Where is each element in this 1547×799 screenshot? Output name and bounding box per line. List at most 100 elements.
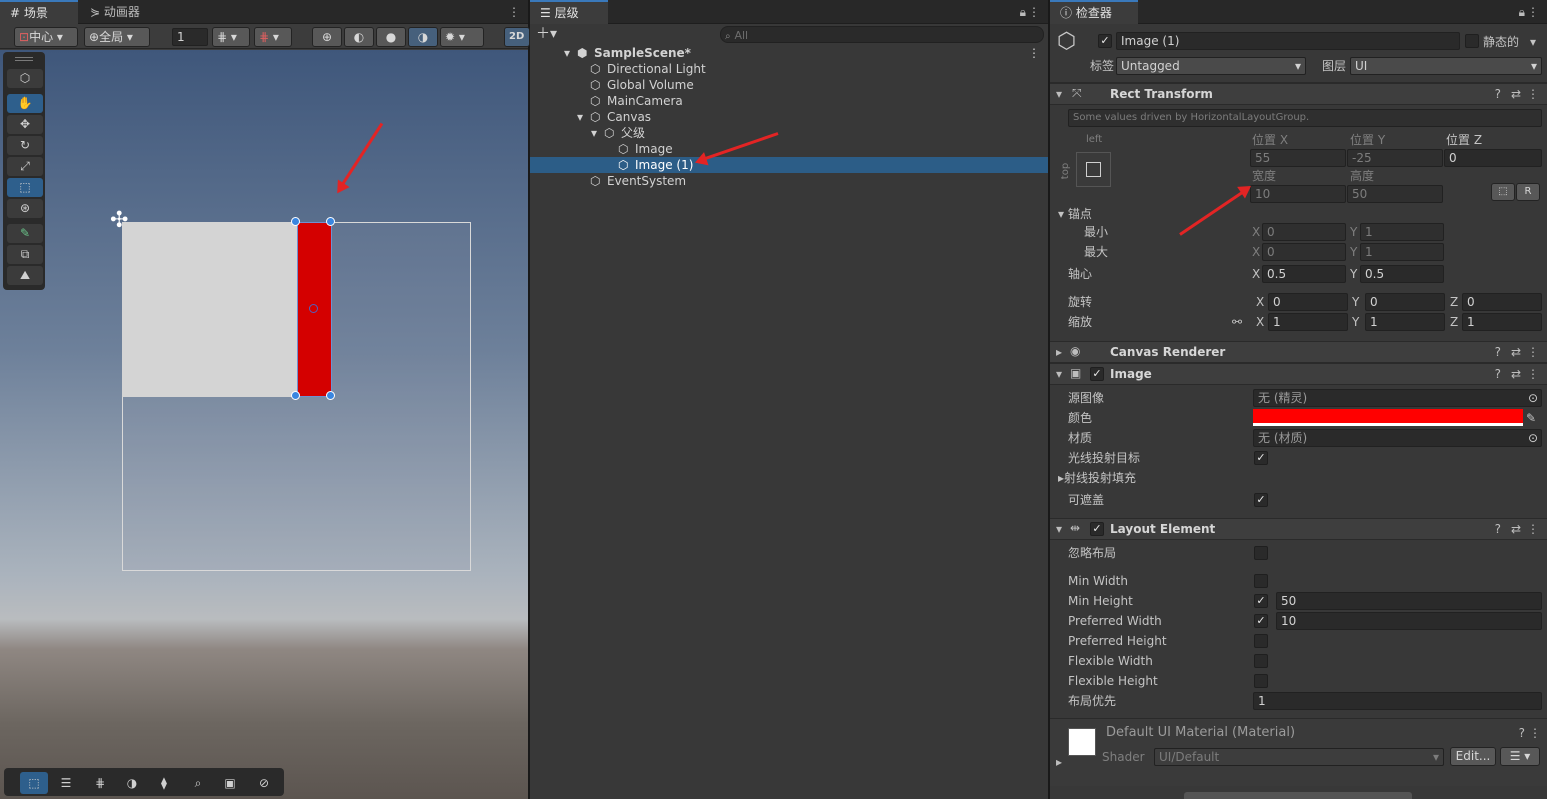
anchors-label[interactable]: ▾ 锚点 (1058, 206, 1092, 222)
preferred-height-checkbox[interactable] (1254, 634, 1268, 648)
blueprint-button[interactable]: ⬚ (1491, 183, 1515, 201)
shader-dropdown[interactable]: UI/Default ▾ (1154, 748, 1444, 766)
mode-2d-button[interactable]: 2D (504, 27, 530, 47)
hierarchy-search-input[interactable]: ⌕ All (720, 26, 1044, 43)
preset-icon[interactable]: ⇄ (1511, 345, 1521, 359)
min-height-input[interactable]: 50 (1276, 592, 1542, 610)
shader-options-button[interactable]: ☰ ▾ (1500, 747, 1540, 766)
object-picker-icon[interactable]: ⊙ (1528, 390, 1538, 406)
image-enabled-checkbox[interactable]: ✓ (1090, 367, 1104, 381)
material-field[interactable]: 无 (材质) ⊙ (1253, 429, 1542, 447)
rect-handle[interactable] (291, 217, 300, 226)
rect-handle[interactable] (326, 217, 335, 226)
rotation-y-input[interactable]: 0 (1365, 293, 1445, 311)
anchor-presets-button[interactable] (1076, 152, 1111, 187)
anchor-icon[interactable]: ✣ (110, 210, 128, 232)
debug-draw-button[interactable]: ✹ ▾ (440, 27, 484, 47)
raycast-padding-label[interactable]: ▸射线投射填充 (1058, 470, 1136, 486)
min-width-checkbox[interactable] (1254, 574, 1268, 588)
flexible-width-checkbox[interactable] (1254, 654, 1268, 668)
increment-snap-button[interactable]: ⋕ ▾ (254, 27, 292, 47)
preset-icon[interactable]: ⇄ (1511, 87, 1521, 101)
scene-menu-icon[interactable]: ⋮ (502, 0, 526, 24)
pivot-x-input[interactable]: 0.5 (1262, 265, 1346, 283)
layout-priority-input[interactable]: 1 (1253, 692, 1542, 710)
image-white[interactable] (122, 222, 297, 397)
shader-edit-button[interactable]: Edit... (1450, 747, 1496, 766)
component-menu-icon[interactable]: ⋮ (1527, 345, 1539, 359)
scale-z-input[interactable]: 1 (1462, 313, 1542, 331)
tree-row-parent[interactable]: ▾ ⬡ 父级 (530, 125, 1048, 141)
help-icon[interactable]: ? (1495, 345, 1501, 359)
add-button[interactable]: ＋▾ (536, 26, 557, 42)
collapse-arrow-icon[interactable]: ▸ (1056, 755, 1062, 769)
help-icon[interactable]: ? (1495, 367, 1501, 381)
bottom-shading-tool[interactable]: ◑ (118, 772, 146, 794)
help-icon[interactable]: ? (1495, 87, 1501, 101)
tree-row-event-system[interactable]: ⬡ EventSystem (530, 173, 1048, 189)
tree-row-scene[interactable]: ▾ ⬢ SampleScene* ⋮ (530, 45, 1048, 61)
layout-element-enabled-checkbox[interactable]: ✓ (1090, 522, 1104, 536)
tab-scene[interactable]: # 场景 (0, 0, 78, 24)
static-dropdown-icon[interactable]: ▾ (1530, 34, 1536, 50)
transform-tool[interactable]: ⊛ (7, 199, 43, 218)
component-menu-icon[interactable]: ⋮ (1529, 726, 1541, 740)
rotation-x-input[interactable]: 0 (1268, 293, 1348, 311)
tree-row-image-1[interactable]: ⬡ Image (1) (530, 157, 1048, 173)
constrain-link-icon[interactable]: ⚯ (1232, 314, 1242, 330)
bottom-rect-tool[interactable]: ⬚ (20, 772, 48, 794)
tag-dropdown[interactable]: Untagged ▾ (1116, 57, 1306, 75)
ignore-layout-checkbox[interactable] (1254, 546, 1268, 560)
shading-shaded-wire-button[interactable]: ◐ (344, 27, 374, 47)
flexible-height-checkbox[interactable] (1254, 674, 1268, 688)
scale-x-input[interactable]: 1 (1268, 313, 1348, 331)
move-tool[interactable]: ✥ (7, 115, 43, 134)
rect-transform-header[interactable]: ▾ ⤧ Rect Transform ? ⇄ ⋮ (1050, 83, 1547, 105)
scale-y-input[interactable]: 1 (1365, 313, 1445, 331)
static-checkbox[interactable] (1465, 34, 1479, 48)
color-field[interactable] (1253, 409, 1523, 426)
tree-row-image[interactable]: ⬡ Image (530, 141, 1048, 157)
min-height-checkbox[interactable]: ✓ (1254, 594, 1268, 608)
bottom-camera-tool[interactable]: ▣ (216, 772, 244, 794)
pivot-y-input[interactable]: 0.5 (1360, 265, 1444, 283)
canvas-renderer-header[interactable]: ▸ ◉ Canvas Renderer ? ⇄ ⋮ (1050, 341, 1547, 363)
hand-tool[interactable]: ✋ (7, 94, 43, 113)
raw-edit-button[interactable]: R (1516, 183, 1540, 201)
preferred-width-input[interactable]: 10 (1276, 612, 1542, 630)
tab-hierarchy[interactable]: ☰ 层级 (530, 0, 608, 24)
pos-z-input[interactable]: 0 (1444, 149, 1542, 167)
shading-unlit-button[interactable]: ◑ (408, 27, 438, 47)
maskable-checkbox[interactable]: ✓ (1254, 493, 1268, 507)
bottom-gizmo-tool[interactable]: ⊘ (250, 772, 278, 794)
help-icon[interactable]: ? (1519, 726, 1525, 740)
tab-inspector[interactable]: ⓘ 检查器 (1050, 0, 1138, 24)
space-dropdown[interactable]: ⊕全局 ▾ (84, 27, 150, 47)
rect-handle[interactable] (326, 391, 335, 400)
tree-row-main-camera[interactable]: ⬡ MainCamera (530, 93, 1048, 109)
tree-row-canvas[interactable]: ▾ ⬡ Canvas (530, 109, 1048, 125)
scene-viewport[interactable]: ✣ ⬡ ✋ ✥ ↻ ⤢ ⬚ ⊛ ✎ ⧉ ⛰ ⬚ ☰ ⋕ ◑ ⧫ ⌕ ▣ ⊘ (0, 50, 528, 799)
rotate-tool[interactable]: ↻ (7, 136, 43, 155)
pivot-dropdown[interactable]: ⊡中心 ▾ (14, 27, 78, 47)
overlay-tool[interactable]: ⧉ (7, 245, 43, 264)
grid-snap-button[interactable]: ⋕ ▾ (212, 27, 250, 47)
bottom-search-tool[interactable]: ⌕ (184, 772, 212, 794)
bottom-layers-tool[interactable]: ⧫ (150, 772, 178, 794)
component-menu-icon[interactable]: ⋮ (1527, 87, 1539, 101)
rect-handle[interactable] (291, 391, 300, 400)
raycast-target-checkbox[interactable]: ✓ (1254, 451, 1268, 465)
hierarchy-menu-icon[interactable]: ⋮ (1022, 0, 1046, 24)
component-menu-icon[interactable]: ⋮ (1527, 367, 1539, 381)
lighting-tool[interactable]: ⛰ (7, 266, 43, 285)
tab-animator[interactable]: ⋟ 动画器 (80, 0, 150, 24)
object-picker-icon[interactable]: ⊙ (1528, 430, 1538, 446)
rotation-z-input[interactable]: 0 (1462, 293, 1542, 311)
scene-menu-icon[interactable]: ⋮ (1028, 45, 1040, 61)
palette-grip[interactable] (15, 57, 33, 61)
preferred-width-checkbox[interactable]: ✓ (1254, 614, 1268, 628)
preset-icon[interactable]: ⇄ (1511, 367, 1521, 381)
scale-tool[interactable]: ⤢ (7, 157, 43, 176)
rect-tool[interactable]: ⬚ (7, 178, 43, 197)
component-menu-icon[interactable]: ⋮ (1527, 522, 1539, 536)
